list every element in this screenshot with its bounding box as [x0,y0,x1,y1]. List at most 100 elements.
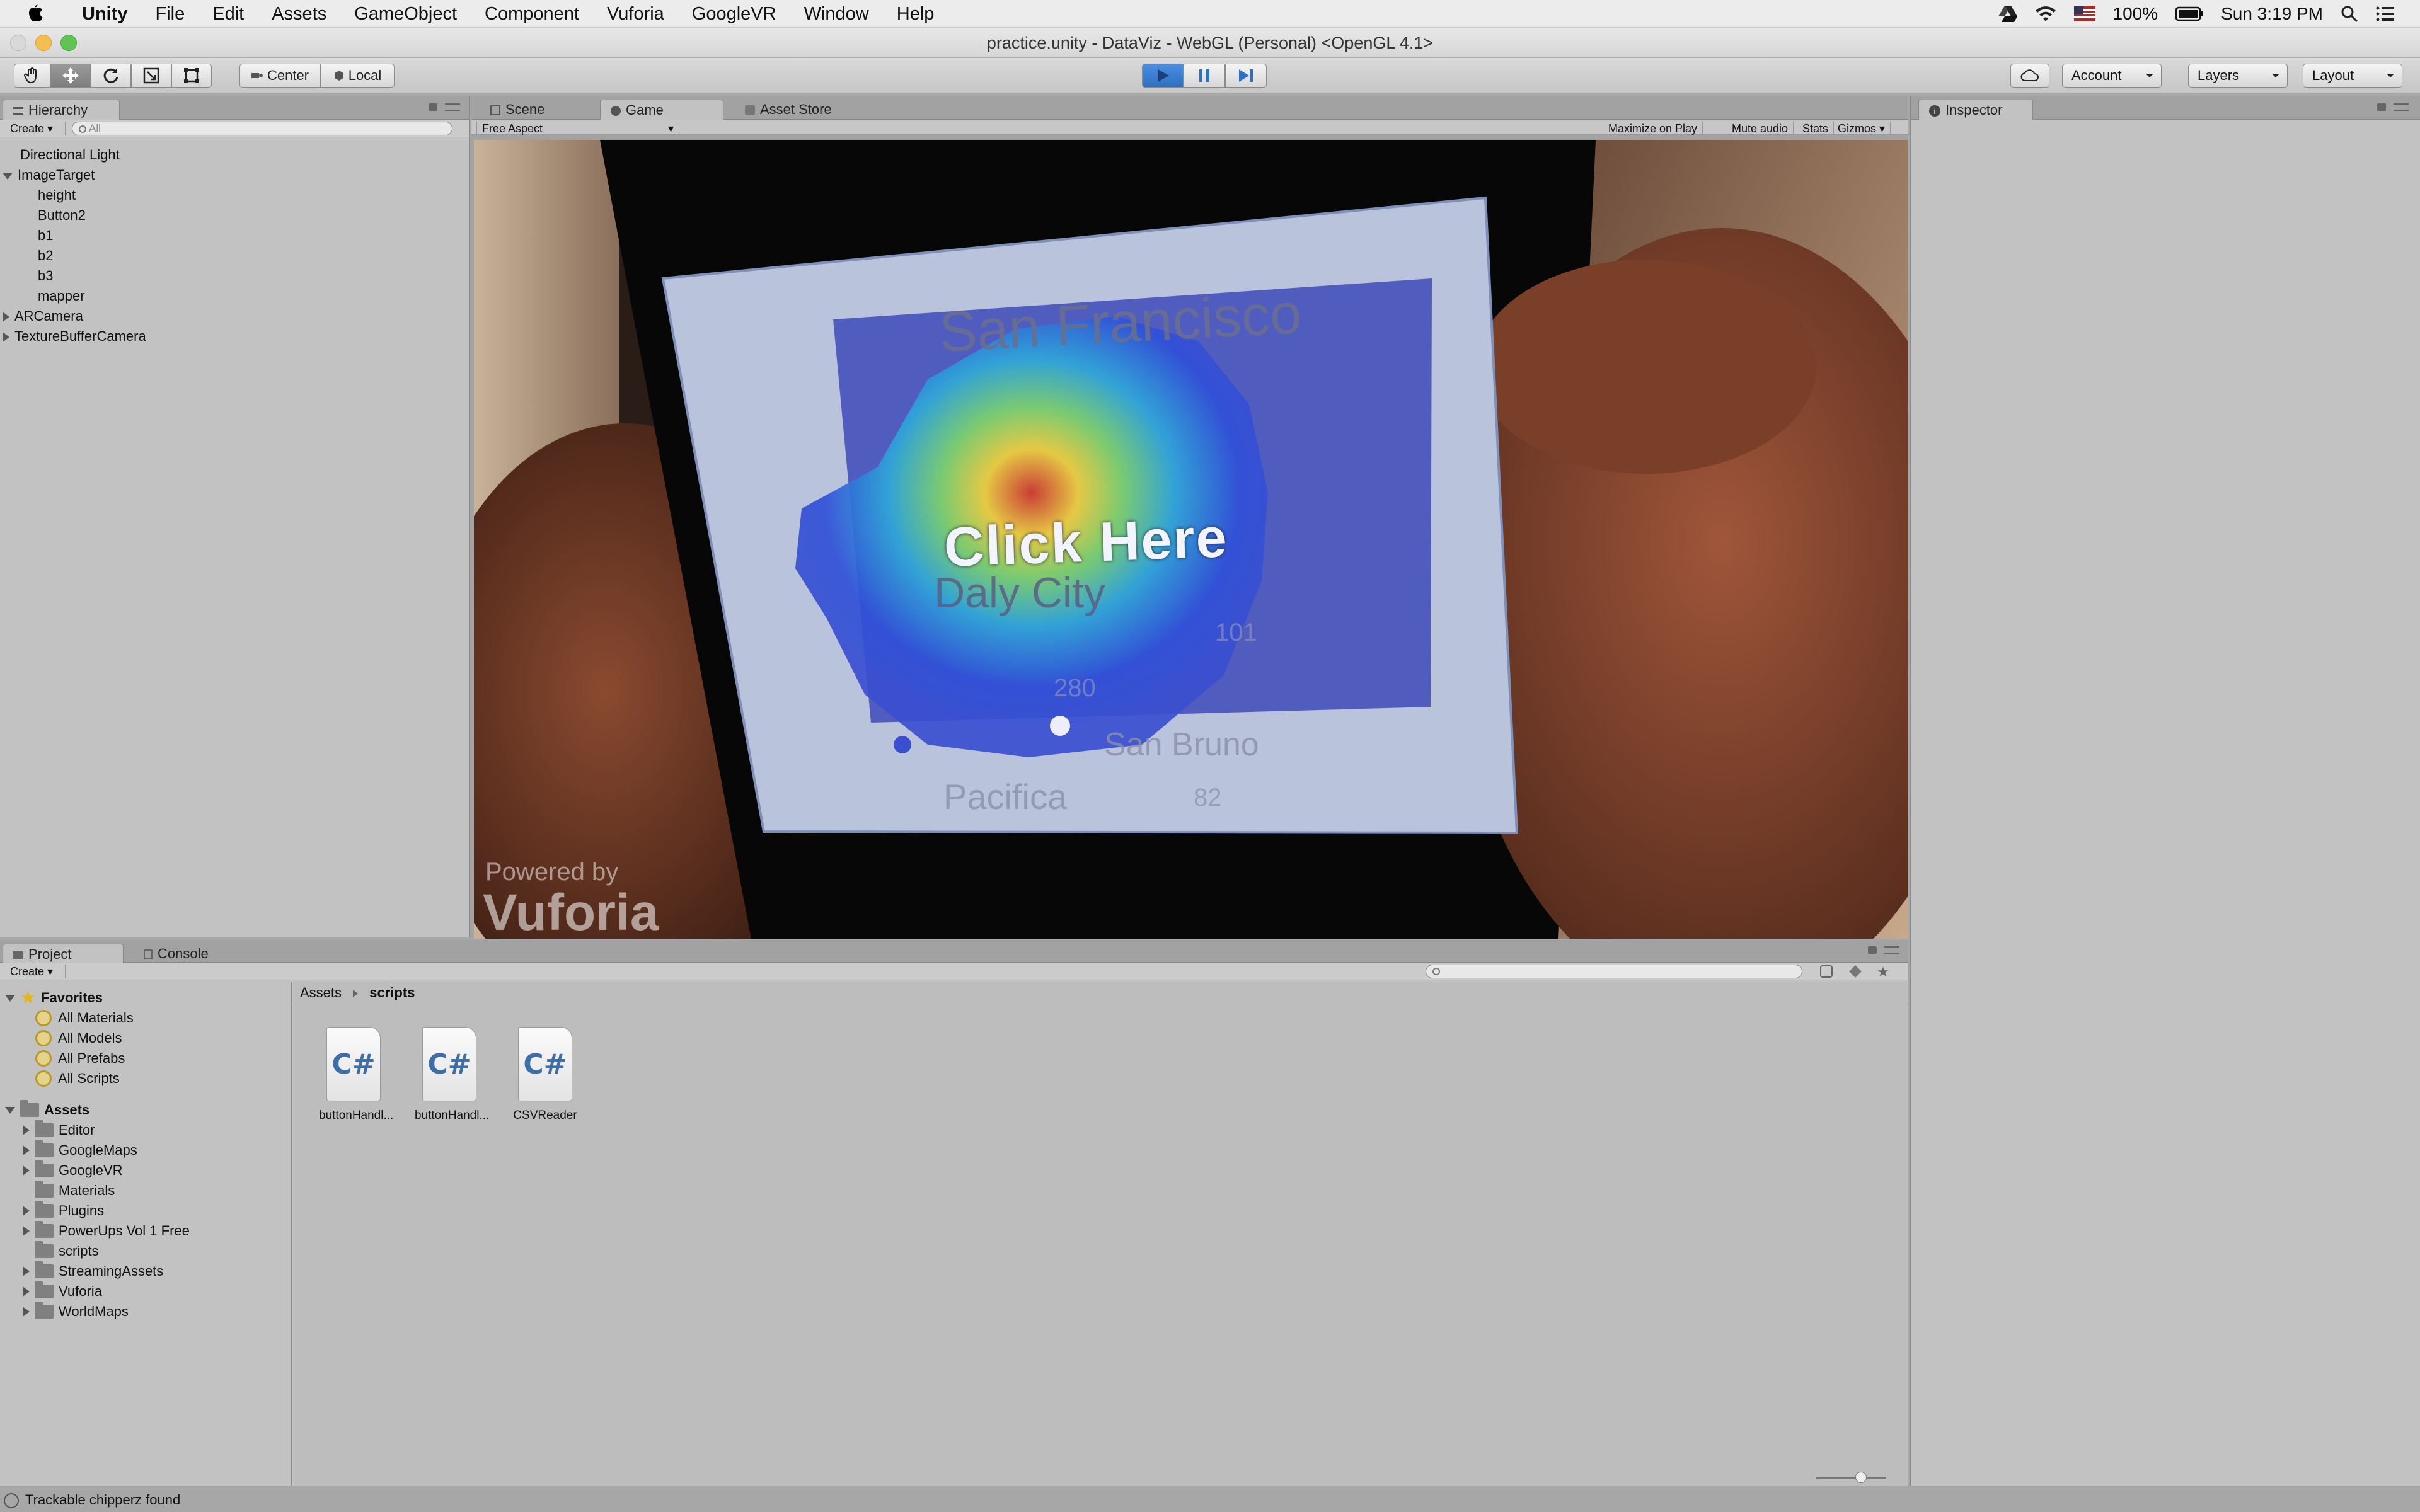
project-folder-item[interactable]: Plugins [0,1201,292,1221]
us-flag-icon[interactable] [2073,6,2095,21]
tab-game[interactable]: Game [600,100,723,120]
project-folder-item[interactable]: PowerUps Vol 1 Free [0,1221,292,1241]
hierarchy-item[interactable]: ARCamera [0,306,469,326]
pivot-local-toggle[interactable]: Local [320,64,395,88]
menu-assets[interactable]: Assets [258,0,340,28]
hierarchy-item[interactable]: ImageTarget [0,165,469,185]
hierarchy-create-button[interactable]: Create ▾ [5,122,66,135]
favorites-header[interactable]: ★ Favorites [0,988,292,1008]
game-view[interactable]: San Francisco Daly City San Bruno Pacifi… [474,140,1908,939]
favorite-search-item[interactable]: All Models [0,1028,292,1048]
project-search-field[interactable] [1426,965,1802,978]
collapsed-arrow-icon[interactable] [23,1286,30,1297]
project-folder-item[interactable]: GoogleVR [0,1160,292,1181]
account-dropdown[interactable]: Account [2062,64,2162,88]
project-folder-item[interactable]: Materials [0,1181,292,1201]
tab-project[interactable]: Project [3,944,124,964]
project-folder-item[interactable]: Vuforia [0,1281,292,1302]
asset-file[interactable]: C# buttonHandl... [415,1027,489,1123]
status-bar[interactable]: Trackable chipperz found [0,1487,2420,1512]
menu-unity[interactable]: Unity [68,0,142,28]
menu-edit[interactable]: Edit [199,0,258,28]
mute-audio-toggle[interactable]: Mute audio [1727,122,1794,135]
zoom-slider-thumb[interactable] [1855,1472,1867,1483]
hierarchy-item[interactable]: b3 [0,266,469,286]
collapsed-arrow-icon[interactable] [23,1206,30,1216]
collapsed-arrow-icon[interactable] [23,1226,30,1236]
hierarchy-item[interactable]: Directional Light [0,145,469,165]
layers-dropdown[interactable]: Layers [2188,64,2288,88]
hierarchy-search-field[interactable]: All [72,122,452,135]
expanded-arrow-icon[interactable] [3,172,13,180]
asset-file[interactable]: C# CSVReader [510,1027,580,1123]
project-folder-item[interactable]: Editor [0,1120,292,1140]
collapsed-arrow-icon[interactable] [23,1307,30,1317]
filter-by-label-icon[interactable] [1849,965,1862,978]
rotate-tool-button[interactable] [91,64,131,88]
hierarchy-item[interactable]: Button2 [0,205,469,226]
favorite-search-item[interactable]: All Prefabs [0,1048,292,1068]
menu-help[interactable]: Help [883,0,948,28]
collapsed-arrow-icon[interactable] [3,332,9,343]
menu-window[interactable]: Window [790,0,883,28]
hierarchy-item[interactable]: b2 [0,246,469,266]
collapsed-arrow-icon[interactable] [23,1145,30,1155]
favorite-star-icon[interactable]: ★ [1877,964,1889,980]
hierarchy-item[interactable]: mapper [0,286,469,306]
tab-scene[interactable]: Scene [480,100,587,120]
inspector-menu-icon[interactable] [2394,103,2409,111]
step-button[interactable] [1225,64,1267,88]
tab-inspector[interactable]: i Inspector [1918,100,2033,120]
collapsed-arrow-icon[interactable] [3,312,9,323]
zoom-slider[interactable] [1816,1472,1886,1483]
expanded-arrow-icon[interactable] [5,1106,15,1114]
project-folder-item[interactable]: GoogleMaps [0,1140,292,1160]
favorite-search-item[interactable]: All Scripts [0,1068,292,1089]
menu-vuforia[interactable]: Vuforia [593,0,678,28]
battery-icon[interactable] [2175,6,2203,21]
maximize-on-play-toggle[interactable]: Maximize on Play [1603,122,1703,135]
project-folder-item[interactable]: scripts [0,1241,292,1261]
collapsed-arrow-icon[interactable] [23,1266,30,1276]
menu-gameobject[interactable]: GameObject [340,0,471,28]
clock[interactable]: Sun 3:19 PM [2221,4,2323,24]
project-folder-item[interactable]: WorldMaps [0,1302,292,1322]
expanded-arrow-icon[interactable] [5,994,15,1002]
hand-tool-button[interactable] [14,64,50,88]
click-here-button[interactable]: Click Here [943,505,1229,580]
asset-file[interactable]: C# buttonHandl... [319,1027,393,1123]
move-tool-button[interactable] [50,64,91,88]
layout-dropdown[interactable]: Layout [2303,64,2402,88]
project-menu-icon[interactable] [1884,946,1899,954]
panel-menu-icon[interactable] [445,103,460,111]
menu-googlevr[interactable]: GoogleVR [678,0,790,28]
favorite-search-item[interactable]: All Materials [0,1008,292,1028]
collapsed-arrow-icon[interactable] [23,1125,30,1135]
scale-tool-button[interactable] [131,64,171,88]
project-folder-item[interactable]: StreamingAssets [0,1261,292,1281]
pause-button[interactable] [1184,64,1225,88]
aspect-dropdown[interactable]: Free Aspect ▾ [476,122,679,135]
spotlight-search-icon[interactable] [2341,5,2358,23]
assets-root[interactable]: Assets [0,1100,292,1120]
hierarchy-item[interactable]: height [0,185,469,205]
breadcrumb-assets[interactable]: Assets [300,985,342,1000]
hierarchy-item[interactable]: b1 [0,226,469,246]
apple-logo-icon[interactable] [21,3,49,25]
collapsed-arrow-icon[interactable] [23,1166,30,1176]
filter-by-type-icon[interactable] [1820,965,1833,978]
tab-asset-store[interactable]: Asset Store [735,100,873,120]
menu-file[interactable]: File [142,0,199,28]
pivot-center-toggle[interactable]: Center [239,64,320,88]
breadcrumb-scripts[interactable]: scripts [369,985,415,1000]
collab-cloud-button[interactable] [2010,64,2049,88]
menu-component[interactable]: Component [471,0,593,28]
lock-icon[interactable] [429,103,437,111]
inspector-lock-icon[interactable] [2377,103,2386,111]
google-drive-icon[interactable] [1998,5,2017,23]
tab-hierarchy[interactable]: Hierarchy [3,100,120,120]
stats-toggle[interactable]: Stats [1797,122,1835,135]
project-lock-icon[interactable] [1868,946,1877,954]
gizmos-dropdown[interactable]: Gizmos ▾ [1833,122,1891,135]
hierarchy-item[interactable]: TextureBufferCamera [0,326,469,346]
